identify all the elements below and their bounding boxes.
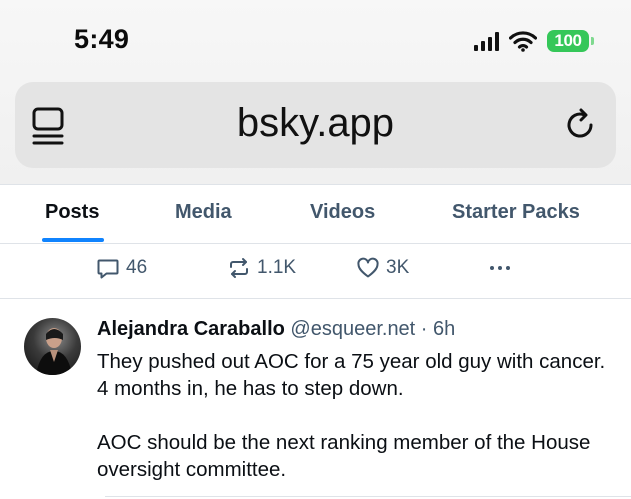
heart-icon xyxy=(357,257,379,278)
post-text: They pushed out AOC for a 75 year old gu… xyxy=(97,348,617,483)
author-name[interactable]: Alejandra Caraballo xyxy=(97,318,285,340)
tab-media[interactable]: Media xyxy=(175,201,232,224)
battery-indicator: 100 xyxy=(547,30,594,52)
separator: · xyxy=(415,318,434,340)
post-action-bar: 46 1.1K 3K xyxy=(0,243,631,299)
reply-icon xyxy=(97,259,119,279)
divider xyxy=(105,496,631,497)
repost-button[interactable]: 1.1K xyxy=(227,256,296,280)
like-count: 3K xyxy=(386,257,410,278)
status-time: 5:49 xyxy=(74,24,130,54)
tab-posts[interactable]: Posts xyxy=(45,201,99,224)
address-bar[interactable]: bsky.app xyxy=(15,82,616,168)
like-button[interactable]: 3K xyxy=(356,256,409,280)
avatar[interactable] xyxy=(24,318,81,375)
repost-count: 1.1K xyxy=(257,257,297,278)
repost-icon xyxy=(230,258,248,278)
cellular-signal-icon xyxy=(474,31,499,51)
status-icons: 100 xyxy=(474,30,594,52)
post-header: Alejandra Caraballo @esqueer.net · 6h xyxy=(97,318,455,341)
reply-button[interactable]: 46 xyxy=(96,256,147,280)
more-options-button[interactable] xyxy=(488,256,518,280)
profile-tab-bar: Posts Media Videos Starter Packs xyxy=(0,184,631,244)
reload-icon[interactable] xyxy=(564,108,598,142)
active-tab-indicator xyxy=(42,238,104,242)
more-icon xyxy=(490,266,510,270)
tab-starter-packs[interactable]: Starter Packs xyxy=(452,201,580,224)
post-time[interactable]: 6h xyxy=(433,318,455,340)
browser-chrome: 5:49 100 bsky.app xyxy=(0,0,631,184)
reply-count: 46 xyxy=(126,257,148,278)
avatar-photo xyxy=(36,328,72,375)
post-paragraph: AOC should be the next ranking member of… xyxy=(97,431,591,481)
wifi-icon xyxy=(509,31,537,52)
url-text[interactable]: bsky.app xyxy=(15,101,616,146)
author-handle[interactable]: @esqueer.net xyxy=(290,318,415,340)
post-paragraph: They pushed out AOC for a 75 year old gu… xyxy=(97,350,606,400)
post[interactable]: Alejandra Caraballo @esqueer.net · 6h Th… xyxy=(0,299,631,499)
tab-videos[interactable]: Videos xyxy=(310,201,375,224)
